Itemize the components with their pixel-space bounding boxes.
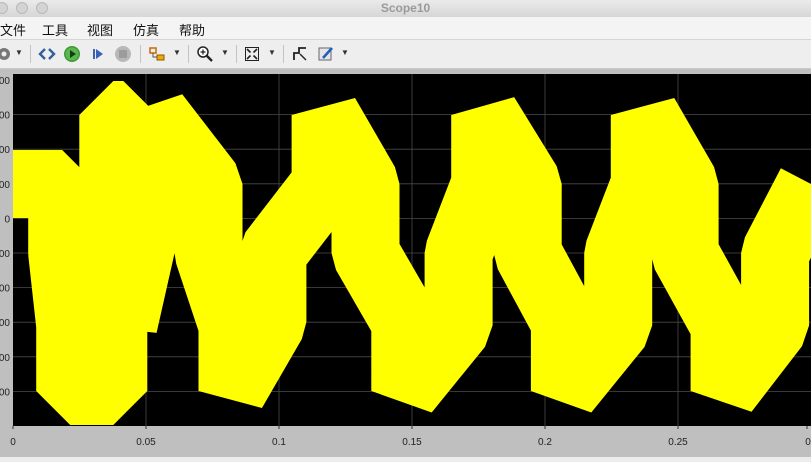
toolbar-separator (283, 45, 284, 63)
y-tick-label: 00 (0, 180, 10, 191)
x-tick-label: 0.15 (402, 437, 422, 448)
fit-to-view-icon[interactable] (242, 44, 262, 64)
y-axis-ticks: 0000000000000000000 (0, 76, 10, 398)
toolbar-separator (236, 45, 237, 63)
scope-display: 0 0.05 0.1 0.15 0.2 0.25 0 00 00 00 00 0 00 00 00 00 00 (0, 69, 811, 457)
style-dropdown-icon[interactable]: ▼ (341, 48, 349, 57)
y-tick-label: 00 (0, 353, 10, 364)
fit-dropdown-icon[interactable]: ▼ (268, 48, 276, 57)
y-tick-label: 00 (0, 76, 10, 87)
x-tick-label: 0.1 (272, 437, 286, 448)
menu-file[interactable]: 文件 (0, 20, 26, 39)
stop-icon[interactable] (113, 44, 133, 64)
x-axis-ticks: 0 0.05 0.1 0.15 0.2 0.25 0 (10, 426, 811, 448)
toolbar-separator (140, 45, 141, 63)
y-tick-label: 00 (0, 318, 10, 329)
y-tick-label: 00 (0, 111, 10, 122)
y-tick-label: 00 (0, 145, 10, 156)
x-tick-label: 0 (10, 437, 16, 448)
window-title: Scope10 (380, 1, 431, 15)
parameters-icon[interactable] (37, 44, 57, 64)
step-forward-icon[interactable] (88, 44, 108, 64)
menu-tools[interactable]: 工具 (42, 20, 68, 39)
toolbar: ▼ ▼ ▼ ▼ ▼ (0, 40, 811, 69)
y-tick-label: 00 (0, 387, 10, 398)
zoom-in-icon[interactable] (195, 44, 215, 64)
cursor-measure-icon[interactable] (290, 44, 310, 64)
menu-help[interactable]: 帮助 (179, 20, 205, 39)
gear-dropdown-icon[interactable]: ▼ (15, 48, 23, 57)
toolbar-separator (30, 45, 31, 63)
highlight-dropdown-icon[interactable]: ▼ (173, 48, 181, 57)
x-tick-label: 0.05 (136, 437, 156, 448)
scope-plot[interactable]: 0 0.05 0.1 0.15 0.2 0.25 0 0000000000000000000 (0, 69, 811, 457)
menu-simulation[interactable]: 仿真 (133, 20, 159, 39)
run-icon[interactable] (62, 44, 82, 64)
y-tick-label: 00 (0, 284, 10, 295)
x-tick-label: 0 (805, 437, 811, 448)
gear-icon[interactable] (0, 44, 14, 64)
zoom-dropdown-icon[interactable]: ▼ (221, 48, 229, 57)
toolbar-separator (188, 45, 189, 63)
y-tick-label: 00 (0, 249, 10, 260)
menu-bar: 文件 工具 视图 仿真 帮助 (0, 17, 811, 40)
menu-view[interactable]: 视图 (87, 20, 113, 39)
x-tick-label: 0.25 (668, 437, 688, 448)
title-bar: Scope10 (0, 0, 811, 18)
style-icon[interactable] (316, 44, 336, 64)
x-tick-label: 0.2 (538, 437, 552, 448)
highlight-icon[interactable] (147, 44, 167, 64)
y-tick-label: 0 (4, 214, 10, 225)
